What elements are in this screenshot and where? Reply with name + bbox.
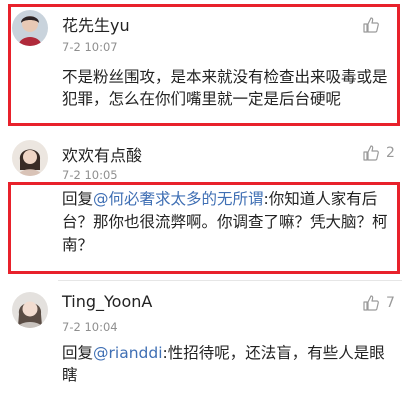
- comment-time: 7-2 10:07: [62, 40, 118, 54]
- comment-text: 回复@rianddi:性招待呢，还法盲，有些人是眼瞎: [62, 342, 392, 386]
- comment-item: 花先生yu 7-2 10:07 不是粉丝围攻，是本来就没有检查出来吸毒或是犯罪，…: [0, 0, 402, 124]
- like-count: 2: [386, 145, 395, 161]
- thumbs-up-icon: [362, 16, 380, 34]
- reply-prefix: 回复: [62, 190, 94, 208]
- like-count: 7: [386, 295, 395, 311]
- comment-username[interactable]: 花先生yu: [62, 12, 130, 36]
- comment-text: 回复@何必奢求太多的无所谓:你知道人家有后台？那你也很流弊啊。你调查了嘛？凭大脑…: [62, 188, 392, 257]
- comment-text: 不是粉丝围攻，是本来就没有检查出来吸毒或是犯罪，怎么在你们嘴里就一定是后台硬呢: [62, 68, 388, 108]
- avatar[interactable]: [12, 140, 48, 176]
- comment-username[interactable]: Ting_YoonA: [62, 292, 152, 311]
- avatar[interactable]: [12, 10, 48, 46]
- reply-prefix: 回复: [62, 344, 94, 362]
- comment-time: 7-2 10:05: [62, 168, 118, 182]
- divider: [58, 280, 402, 281]
- comment-item: 欢欢有点酸 7-2 10:05 2 回复@何必奢求太多的无所谓:你知道人家有后台…: [0, 130, 402, 280]
- comment-item: Ting_YoonA 7-2 10:04 7 回复@rianddi:性招待呢，还…: [0, 282, 402, 406]
- like-button[interactable]: [362, 16, 386, 34]
- like-button[interactable]: 2: [362, 144, 395, 162]
- thumbs-up-icon: [362, 294, 380, 312]
- comment-username[interactable]: 欢欢有点酸: [62, 142, 142, 166]
- avatar[interactable]: [12, 292, 48, 328]
- thumbs-up-icon: [362, 144, 380, 162]
- comment-time: 7-2 10:04: [62, 320, 118, 334]
- mention-link[interactable]: @何必奢求太多的无所谓: [93, 190, 264, 208]
- mention-link[interactable]: @rianddi: [93, 344, 163, 362]
- like-button[interactable]: 7: [362, 294, 395, 312]
